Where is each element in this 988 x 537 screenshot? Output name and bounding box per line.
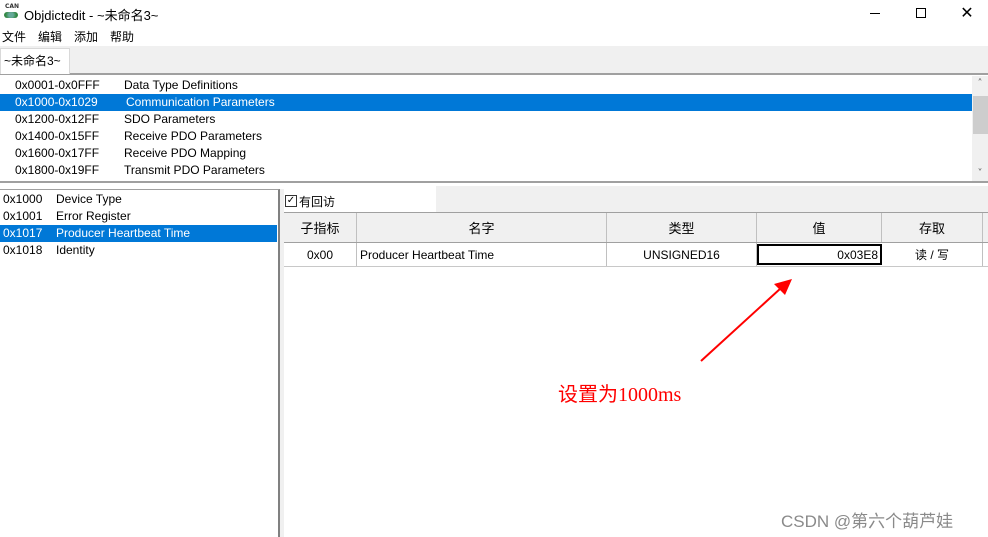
cell-subindex[interactable]: 0x00 [284,243,357,266]
callback-checkbox-label[interactable]: 有回访 [299,193,335,210]
index-item[interactable]: 0x1000 Device Type [0,191,277,208]
range-item[interactable]: 0x1400-0x15FF Receive PDO Parameters [0,128,972,145]
index-item[interactable]: 0x1018 Identity [0,242,277,259]
can-open-icon: CAN [3,3,19,20]
minimize-button[interactable] [852,0,898,26]
range-value: 0x1800-0x19FF [15,163,100,177]
header-name[interactable]: 名字 [357,213,607,242]
range-label: Data Type Definitions [124,78,238,92]
range-item[interactable]: 0x0001-0x0FFF Data Type Definitions [0,77,972,94]
index-name: Producer Heartbeat Time [56,226,191,240]
window-title: Objdictedit - ~未命名3~ [24,8,159,23]
index-value: 0x1017 [3,226,43,240]
object-index-list[interactable]: 0x1000 Device Type 0x1001 Error Register… [0,189,280,537]
range-label: Communication Parameters [126,95,275,109]
header-value[interactable]: 值 [757,213,882,242]
watermark: CSDN @第六个葫芦娃 [781,512,954,531]
menu-bar: 文件 编辑 添加 帮助 [0,28,144,46]
range-item-selected[interactable]: 0x1000-0x1029 Communication Parameters [0,94,972,111]
header-access[interactable]: 存取 [882,213,983,242]
callback-checkbox[interactable]: ✓ [285,195,297,207]
tab-document[interactable]: ~未命名3~ [0,48,70,74]
range-item[interactable]: 0x1800-0x19FF Transmit PDO Parameters [0,162,972,179]
index-name: Identity [56,243,95,257]
range-label: Transmit PDO Parameters [124,163,265,177]
cell-type[interactable]: UNSIGNED16 [607,243,757,266]
cell-access[interactable]: 读 / 写 [882,243,983,266]
cell-name[interactable]: Producer Heartbeat Time [357,243,607,266]
range-item[interactable]: 0x1200-0x12FF SDO Parameters [0,111,972,128]
range-label: Receive PDO Parameters [124,129,263,143]
index-value: 0x1018 [3,243,43,257]
range-value: 0x0001-0x0FFF [15,78,100,92]
header-subindex[interactable]: 子指标 [284,213,357,242]
index-range-list[interactable]: 0x0001-0x0FFF Data Type Definitions 0x10… [0,74,988,183]
maximize-icon [916,8,926,18]
menu-add[interactable]: 添加 [72,28,100,46]
close-icon: ✕ [960,3,974,22]
index-item-selected[interactable]: 0x1017 Producer Heartbeat Time [0,225,277,242]
range-value: 0x1400-0x15FF [15,129,100,143]
index-name: Device Type [56,192,122,206]
menu-help[interactable]: 帮助 [108,28,136,46]
toolbar-background [436,186,988,212]
range-item[interactable]: 0x1600-0x17FF Receive PDO Mapping [0,145,972,162]
range-value: 0x1000-0x1029 [15,95,98,109]
scroll-down-icon[interactable]: ˅ [972,166,988,181]
range-value: 0x1200-0x12FF [15,112,100,126]
index-value: 0x1000 [3,192,43,206]
cell-value-input[interactable]: 0x03E8 [757,244,882,265]
close-button[interactable]: ✕ [944,0,988,26]
index-item[interactable]: 0x1001 Error Register [0,208,277,225]
grid-header: 子指标 名字 类型 值 存取 [284,212,988,243]
minimize-icon [870,12,880,14]
range-value: 0x1600-0x17FF [15,146,100,160]
maximize-button[interactable] [898,0,944,26]
callback-checkbox-area: ✓ 有回访 [284,188,436,210]
range-label: Receive PDO Mapping [124,146,247,160]
index-name: Error Register [56,209,131,223]
title-bar: CAN Objdictedit - ~未命名3~ ✕ [0,0,988,26]
range-list-scrollbar[interactable]: ˄ ˅ [972,76,988,181]
menu-edit[interactable]: 编辑 [36,28,64,46]
index-value: 0x1001 [3,209,43,223]
tab-bar: ~未命名3~ [0,46,988,74]
table-row[interactable]: 0x00 Producer Heartbeat Time UNSIGNED16 … [284,243,988,267]
header-type[interactable]: 类型 [607,213,757,242]
range-label: SDO Parameters [124,112,216,126]
scroll-thumb[interactable] [973,96,988,134]
menu-file[interactable]: 文件 [0,28,28,46]
scroll-up-icon[interactable]: ˄ [972,76,988,92]
subindex-panel: ✓ 有回访 子指标 名字 类型 值 存取 0x00 Producer Heart… [284,186,988,537]
annotation-text: 设置为1000ms [558,384,682,406]
